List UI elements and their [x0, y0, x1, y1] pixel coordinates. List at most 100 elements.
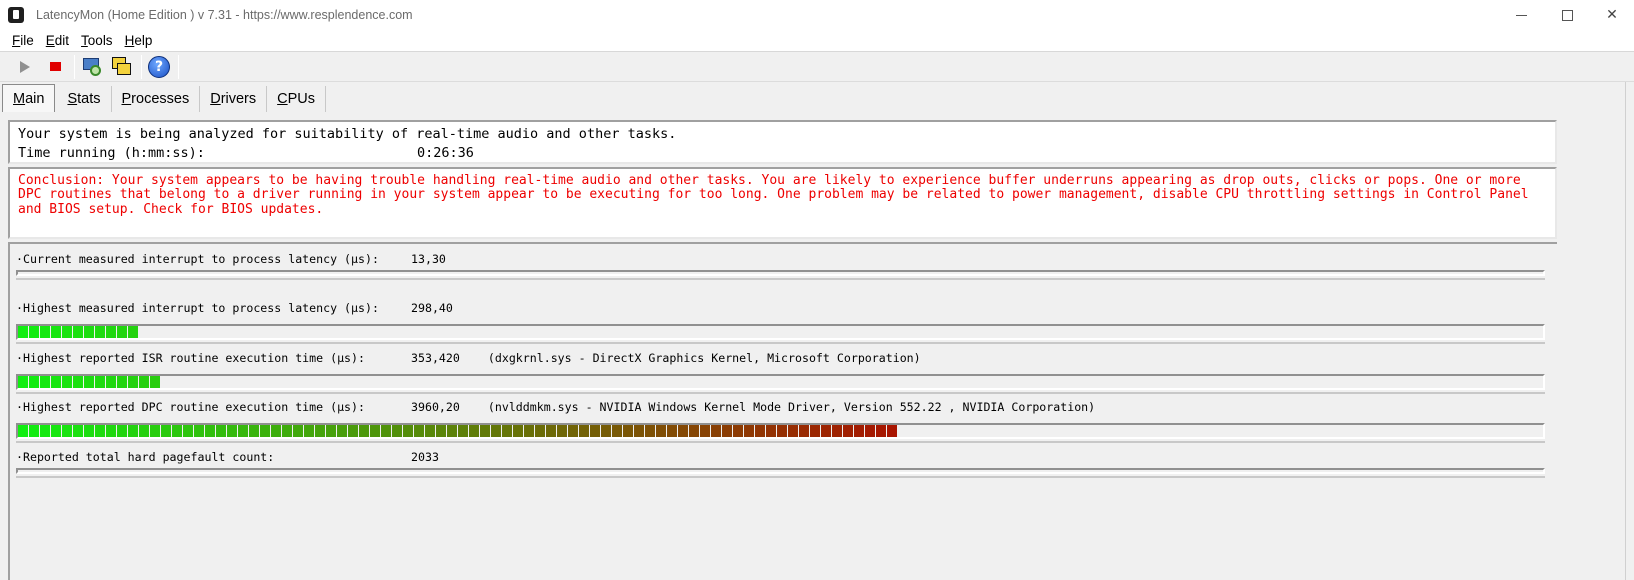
menu-edit[interactable]: Edit: [40, 33, 75, 48]
bar-segment: [843, 425, 853, 438]
metric-label: ·Highest reported ISR routine execution …: [16, 350, 366, 365]
latency-bar: [16, 373, 1545, 394]
bar-segment: [315, 425, 325, 438]
tab-cpus[interactable]: C PUs: [267, 86, 327, 112]
monitor-magnifier-icon: [81, 56, 103, 78]
bar-segment: [370, 425, 380, 438]
bar-segment: [656, 425, 666, 438]
bar-segment: [271, 425, 281, 438]
tab-main[interactable]: Main: [2, 84, 56, 112]
bar-segment: [392, 425, 402, 438]
bar-segment: [337, 425, 347, 438]
bar-segment: [876, 425, 886, 438]
app-icon[interactable]: [8, 7, 24, 23]
stop-button[interactable]: [42, 54, 68, 80]
bar-segment: [590, 425, 600, 438]
bar-segment: [227, 425, 237, 438]
bar-segment: [139, 425, 149, 438]
bar-segment: [128, 326, 138, 339]
metric-row: ·Current measured interrupt to process l…: [16, 252, 1557, 301]
windows-button[interactable]: [109, 54, 135, 80]
bar-segment: [304, 425, 314, 438]
metric-label: ·Highest measured interrupt to process l…: [16, 301, 379, 316]
time-running-row: Time running (h:mm:ss): 0:26:36: [18, 144, 1547, 163]
bar-segment: [513, 425, 523, 438]
bar-segment: [436, 425, 446, 438]
bar-segment: [205, 425, 215, 438]
bar-segment: [755, 425, 765, 438]
close-button[interactable]: ✕: [1590, 0, 1634, 30]
bar-segment: [84, 425, 94, 438]
time-running-value: 0:26:36: [417, 145, 474, 161]
monitor-button[interactable]: [79, 54, 105, 80]
tab-processes[interactable]: Processes: [112, 86, 201, 112]
metrics-list: ·Current measured interrupt to process l…: [16, 252, 1557, 499]
bar-segment: [29, 375, 39, 388]
metric-value: 353,420 (dxgkrnl.sys - DirectX Graphics K…: [411, 351, 921, 365]
menu-file[interactable]: File: [6, 33, 40, 48]
tab-strip: Main Stats Processes Drivers C PUs: [0, 82, 1634, 112]
windows-icon: [111, 56, 133, 78]
bar-segment: [40, 326, 50, 339]
time-running-label: Time running (h:mm:ss):: [18, 145, 205, 161]
bar-segment: [150, 375, 160, 388]
start-button[interactable]: [12, 54, 38, 80]
metric-label: ·Highest reported DPC routine execution …: [16, 400, 366, 415]
help-icon: ?: [148, 55, 170, 78]
bar-segment: [194, 425, 204, 438]
metric-number: 353,420: [411, 350, 460, 365]
bar-segment: [293, 425, 303, 438]
maximize-button[interactable]: [1544, 0, 1590, 30]
bar-segment: [689, 425, 699, 438]
bar-segment: [95, 425, 105, 438]
bar-segment: [700, 425, 710, 438]
tab-drivers[interactable]: Drivers: [200, 86, 268, 112]
bar-segment: [51, 326, 61, 339]
status-panel: Your system is being analyzed for suitab…: [8, 120, 1557, 164]
bar-segment: [117, 326, 127, 339]
bar-segment: [480, 425, 490, 438]
tab-stats[interactable]: Stats: [57, 86, 112, 112]
bar-segment: [667, 425, 677, 438]
bar-segment: [348, 425, 358, 438]
stop-icon: [49, 62, 61, 71]
metric-value: 2033: [411, 450, 439, 464]
minimize-button[interactable]: [1498, 0, 1544, 30]
metric-label: ·Current measured interrupt to process l…: [16, 252, 379, 266]
latency-bar-fill: [18, 425, 898, 438]
bar-segment: [865, 425, 875, 438]
toolbar: ?: [0, 52, 1634, 82]
bar-segment: [568, 425, 578, 438]
menu-help[interactable]: Help: [119, 33, 159, 48]
bar-segment: [810, 425, 820, 438]
bar-segment: [139, 375, 149, 388]
latency-bar: [16, 467, 1545, 478]
toolbar-separator: [74, 54, 75, 79]
bar-segment: [51, 425, 61, 438]
bar-segment: [502, 425, 512, 438]
help-button[interactable]: ?: [146, 54, 172, 80]
bar-segment: [249, 425, 259, 438]
bar-segment: [51, 375, 61, 388]
bar-segment: [546, 425, 556, 438]
bar-segment: [117, 425, 127, 438]
bar-segment: [469, 425, 479, 438]
bar-segment: [887, 425, 897, 438]
metrics-panel: ·Current measured interrupt to process l…: [8, 242, 1557, 580]
metric-detail: (dxgkrnl.sys - DirectX Graphics Kernel, …: [487, 350, 921, 365]
bar-segment: [524, 425, 534, 438]
bar-segment: [106, 326, 116, 339]
bar-segment: [18, 375, 28, 388]
bar-segment: [535, 425, 545, 438]
title-bar[interactable]: LatencyMon (Home Edition ) v 7.31 - http…: [0, 0, 1634, 30]
menu-tools[interactable]: Tools: [75, 33, 119, 48]
menu-bar: File Edit Tools Help: [0, 30, 1634, 52]
bar-segment: [623, 425, 633, 438]
maximize-icon: [1561, 9, 1573, 21]
latencymon-window: LatencyMon (Home Edition ) v 7.31 - http…: [0, 0, 1634, 580]
bar-segment: [18, 326, 28, 339]
bar-segment: [458, 425, 468, 438]
bar-segment: [73, 425, 83, 438]
bar-segment: [711, 425, 721, 438]
bar-segment: [601, 425, 611, 438]
